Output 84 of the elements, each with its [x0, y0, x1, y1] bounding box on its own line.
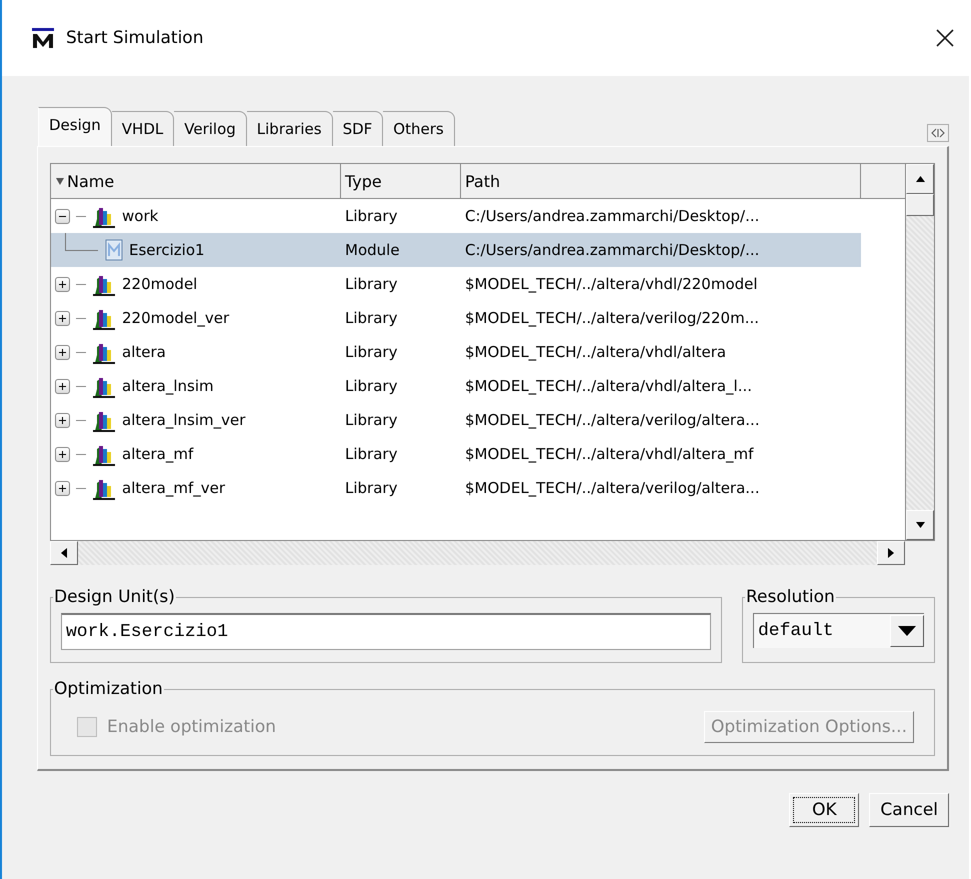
tree-row[interactable]: altera_lnsim Library $MODEL_TECH/../altera/vhdl/altera_l...	[51, 369, 905, 403]
app-logo-icon	[32, 28, 54, 48]
item-name: altera_lnsim	[122, 377, 214, 395]
expand-toggle[interactable]	[55, 310, 70, 326]
tree-row[interactable]: 220model_ver Library $MODEL_TECH/../altera/verilog/220m...	[51, 301, 905, 335]
tree-row[interactable]: altera_lnsim_ver Library $MODEL_TECH/../altera/verilog/altera...	[51, 403, 905, 437]
group-title: Resolution	[745, 587, 836, 607]
up-arrow-icon	[916, 176, 924, 182]
type-cell-text: Library	[344, 275, 398, 293]
scrollbar-thumb[interactable]	[906, 194, 934, 216]
path-cell-text: C:/Users/andrea.zammarchi/Desktop/...	[464, 207, 760, 225]
left-arrow-icon	[61, 548, 67, 558]
scroll-up-button[interactable]	[906, 164, 934, 194]
resolution-dropdown[interactable]: default	[753, 613, 924, 648]
module-icon	[105, 238, 123, 262]
tree-row[interactable]: work Library C:/Users/andrea.zammarchi/Desktop/...	[51, 199, 905, 233]
tree-row[interactable]: altera_mf Library $MODEL_TECH/../altera/vhdl/altera_mf	[51, 437, 905, 471]
tree-row[interactable]: altera Library $MODEL_TECH/../altera/vhdl/altera	[51, 335, 905, 369]
tree-row[interactable]: altera_mf_ver Library $MODEL_TECH/../altera/verilog/altera...	[51, 471, 905, 505]
type-cell-text: Library	[344, 377, 398, 395]
tab[interactable]: Verilog	[174, 111, 247, 146]
tab[interactable]: SDF	[332, 111, 384, 146]
group-title: Design Unit(s)	[53, 587, 176, 607]
expand-toggle[interactable]	[55, 344, 70, 360]
path-cell-text: $MODEL_TECH/../altera/verilog/altera...	[464, 411, 761, 429]
expand-toggle[interactable]	[55, 480, 70, 496]
plus-icon	[58, 484, 67, 492]
tree-row[interactable]: 220model Library $MODEL_TECH/../altera/vhdl/220model	[51, 267, 905, 301]
path-cell-text: $MODEL_TECH/../altera/vhdl/altera_l...	[464, 377, 754, 395]
tab[interactable]: Others	[383, 111, 455, 146]
path-cell-text: $MODEL_TECH/../altera/verilog/220m...	[464, 309, 760, 327]
dropdown-arrow-icon[interactable]	[898, 626, 916, 636]
scroll-left-button[interactable]	[50, 541, 78, 565]
item-name: Esercizio1	[129, 241, 205, 259]
type-cell-text: Library	[344, 309, 398, 327]
item-name: altera_mf	[122, 445, 194, 463]
plus-icon	[58, 450, 67, 458]
scroll-right-button[interactable]	[877, 541, 905, 565]
sort-icon[interactable]	[55, 176, 65, 186]
expand-toggle[interactable]	[55, 446, 70, 462]
tree-row[interactable]: Esercizio1 Module C:/Users/andrea.zammarchi/Desktop/...	[51, 233, 861, 267]
plus-icon	[58, 416, 67, 424]
column-title: Name	[67, 172, 114, 190]
type-cell-text: Library	[344, 445, 398, 463]
expand-toggle[interactable]	[55, 378, 70, 394]
ok-button[interactable]: OK	[789, 793, 860, 827]
down-arrow-icon	[916, 522, 924, 528]
column-header[interactable]: Path	[461, 164, 861, 198]
type-cell-text: Library	[344, 411, 398, 429]
path-cell-text: C:/Users/andrea.zammarchi/Desktop/...	[464, 241, 760, 259]
column-header[interactable]: Type	[341, 164, 461, 198]
plus-icon	[58, 314, 67, 322]
window-title: Start Simulation	[66, 28, 204, 48]
item-name: 220model	[122, 275, 198, 293]
item-name: altera	[122, 343, 166, 361]
path-cell-text: $MODEL_TECH/../altera/verilog/altera...	[464, 479, 761, 497]
plus-icon	[58, 382, 67, 390]
expand-toggle[interactable]	[55, 276, 70, 292]
tab[interactable]: VHDL	[112, 111, 174, 146]
scroll-down-button[interactable]	[906, 510, 934, 540]
type-cell-text: Module	[344, 241, 401, 259]
path-cell-text: $MODEL_TECH/../altera/vhdl/altera	[464, 343, 728, 361]
item-name: 220model_ver	[122, 309, 230, 327]
tab[interactable]: Design	[38, 107, 112, 146]
cancel-button[interactable]: Cancel	[869, 793, 949, 827]
tab-scroll-icon[interactable]	[927, 124, 949, 142]
path-cell-text: $MODEL_TECH/../altera/vhdl/220model	[464, 275, 759, 293]
type-cell-text: Library	[344, 479, 398, 497]
item-name: altera_mf_ver	[122, 479, 225, 497]
type-cell-text: Library	[344, 343, 398, 361]
library-tree[interactable]	[50, 163, 905, 541]
design-unit-field[interactable]: work.Esercizio1	[61, 613, 711, 650]
right-arrow-icon	[888, 548, 894, 558]
plus-icon	[58, 280, 67, 288]
path-cell-text: $MODEL_TECH/../altera/vhdl/altera_mf	[464, 445, 755, 463]
type-cell-text: Library	[344, 207, 398, 225]
plus-icon	[58, 348, 67, 356]
close-icon[interactable]	[935, 28, 955, 48]
expand-toggle[interactable]	[55, 412, 70, 428]
item-name: altera_lnsim_ver	[122, 411, 246, 429]
item-name: work	[122, 207, 158, 225]
collapse-toggle[interactable]	[55, 208, 70, 224]
group-title: Optimization	[53, 679, 164, 699]
tab[interactable]: Libraries	[246, 111, 333, 146]
